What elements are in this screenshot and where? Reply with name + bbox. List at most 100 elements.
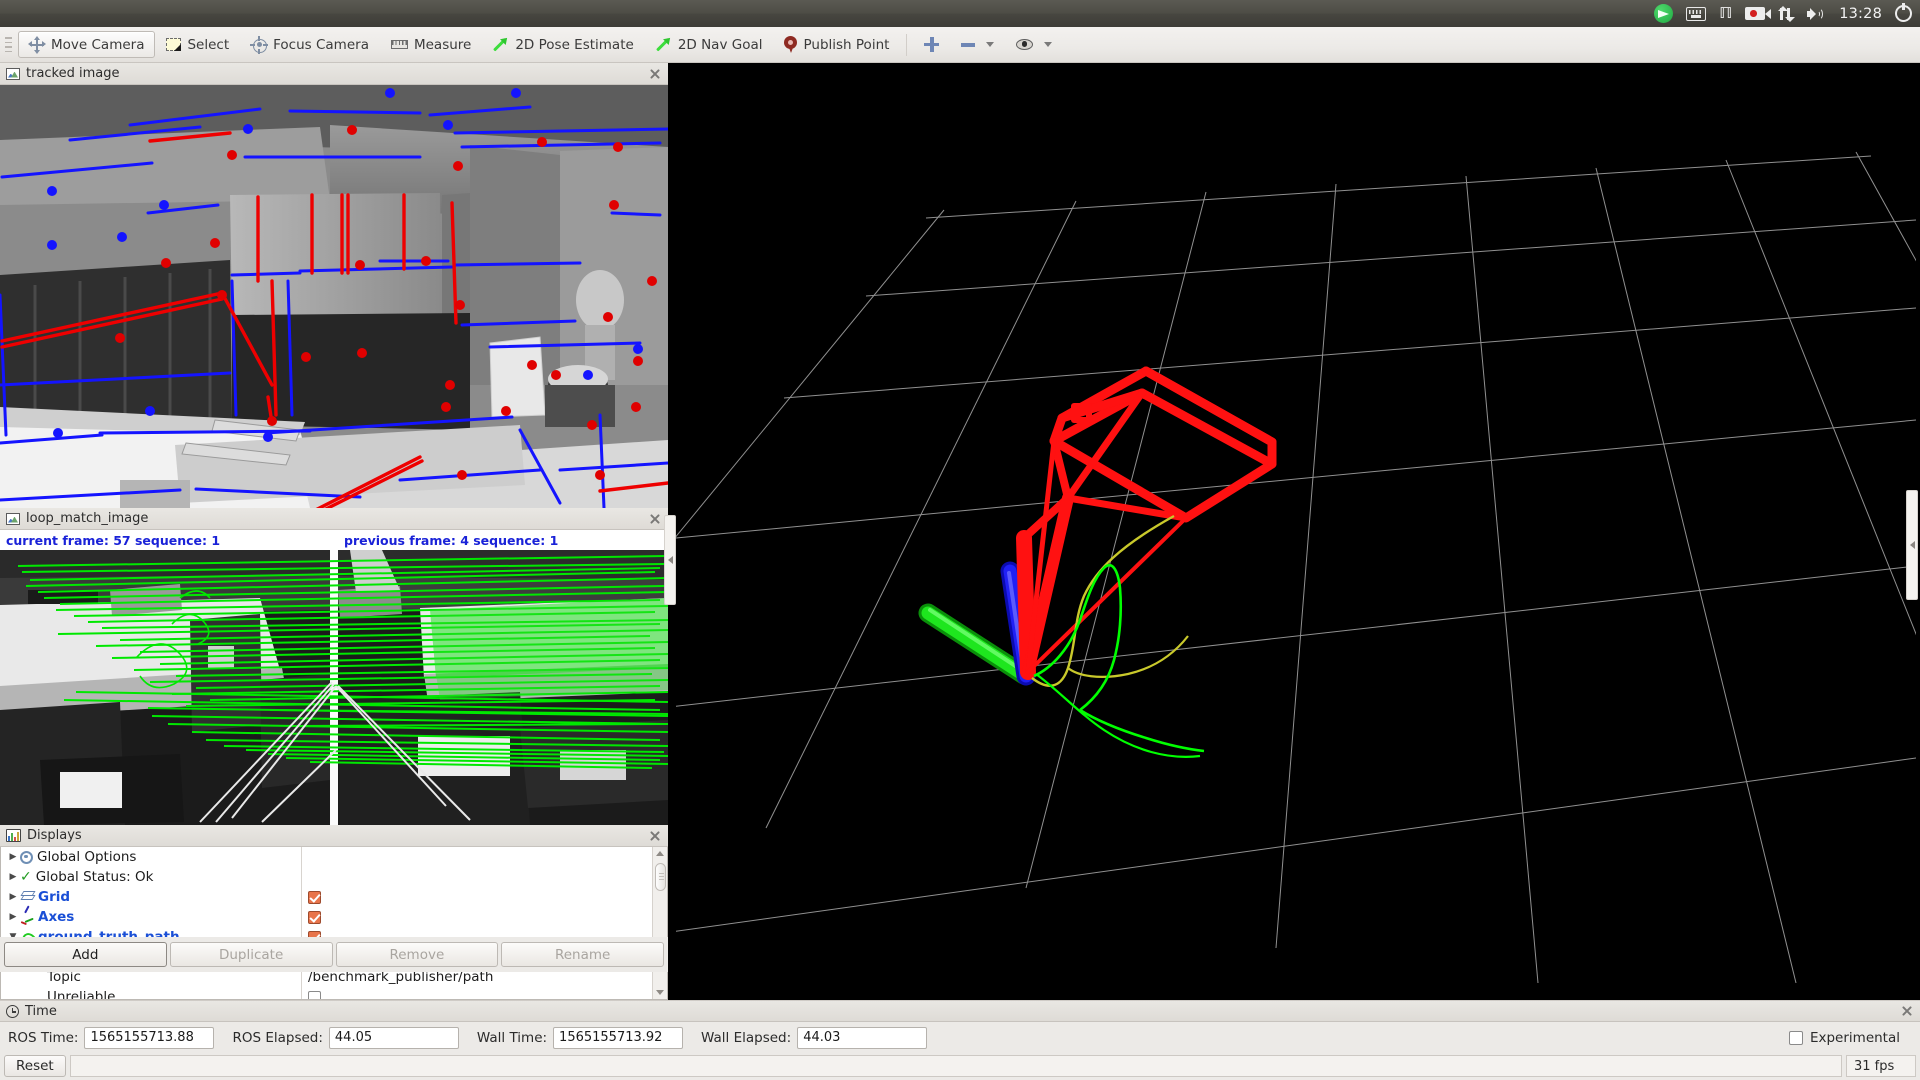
display-row-grid[interactable]: ▶ Grid (1, 887, 652, 907)
display-row-global-options[interactable]: ▶ Global Options (1, 847, 652, 867)
time-titlebar[interactable]: Time (0, 1001, 1920, 1022)
system-clock[interactable]: 13:28 (1839, 0, 1882, 27)
rename-button[interactable]: Rename (501, 942, 664, 967)
scrollbar-thumb[interactable] (654, 863, 666, 891)
wall-elapsed-input[interactable]: 44.03 (797, 1026, 928, 1049)
system-tray: ℿ 13:28 (1654, 0, 1912, 27)
add-button[interactable]: Add (4, 942, 167, 967)
current-frame-text: current frame: 57 sequence: 1 (6, 532, 221, 548)
clock-icon (6, 1004, 19, 1018)
duplicate-button[interactable]: Duplicate (169, 942, 333, 967)
measure-icon (390, 40, 408, 49)
experimental-label: Experimental (1809, 1029, 1900, 1046)
move-camera-icon (28, 35, 46, 54)
check-icon: ✓ (20, 869, 32, 885)
time-title: Time (25, 1003, 57, 1019)
tracked-image-render (0, 85, 668, 508)
expand-triangle-icon[interactable]: ▶ (6, 872, 20, 882)
session-gear-icon[interactable] (1895, 0, 1912, 27)
displays-panel-icon (6, 829, 21, 842)
displays-titlebar[interactable]: Displays (0, 825, 668, 847)
tool-move-camera[interactable]: Move Camera (18, 31, 156, 58)
expand-triangle-icon[interactable]: ▶ (6, 852, 20, 862)
display-label: Axes (38, 909, 75, 925)
displays-title: Displays (27, 828, 82, 843)
unreliable-checkbox[interactable] (308, 990, 321, 999)
minus-icon (961, 42, 976, 47)
select-icon (166, 38, 182, 51)
loop-match-title: loop_match_image (26, 511, 149, 526)
close-icon[interactable] (648, 67, 662, 81)
plus-icon (924, 37, 940, 52)
loop-match-canvas[interactable] (0, 550, 668, 825)
tool-select[interactable]: Select (155, 31, 240, 58)
tracked-image-canvas[interactable] (0, 85, 668, 508)
close-icon[interactable] (648, 829, 662, 843)
chevron-down-icon (986, 42, 995, 47)
right-dock-expand-handle[interactable] (1906, 490, 1918, 600)
displays-tree-body: ▶ Global Options ▶ ✓ Global Status: Ok ▶… (0, 847, 668, 1000)
network-icon[interactable] (1778, 0, 1796, 27)
displays-panel: Displays ▶ Global Options ▶ ✓ Global Sta… (0, 825, 668, 1000)
add-tool-button[interactable] (913, 31, 950, 58)
display-row-unreliable[interactable]: Unreliable (1, 987, 652, 999)
3d-scene (676, 68, 1916, 983)
scroll-down-arrow[interactable] (654, 986, 667, 999)
status-message-area (69, 1055, 1842, 1077)
tool-publish-point[interactable]: Publish Point (773, 31, 900, 58)
image-panel-icon (6, 512, 20, 525)
tool-label: Select (187, 36, 230, 53)
view-tool-button[interactable] (1005, 31, 1063, 58)
scroll-up-arrow[interactable] (654, 847, 667, 860)
cog-icon (20, 850, 33, 864)
grid-icon (20, 891, 36, 903)
volume-icon[interactable] (1807, 0, 1826, 27)
toolbar-separator (906, 33, 908, 56)
rviz-toolbar: Move Camera Select Focus Camera Measure … (0, 27, 1920, 63)
reset-button[interactable]: Reset (4, 1055, 66, 1077)
screen-recorder-icon[interactable] (1745, 0, 1772, 27)
time-fields-row: ROS Time: 1565155713.88 ROS Elapsed: 44.… (0, 1022, 1920, 1053)
tool-label: 2D Pose Estimate (515, 36, 634, 53)
tool-label: Move Camera (51, 36, 145, 53)
wall-elapsed-label: Wall Elapsed: (701, 1029, 792, 1046)
close-icon[interactable] (648, 512, 662, 526)
axes-enabled-checkbox[interactable] (308, 910, 321, 924)
keyboard-icon[interactable] (1686, 0, 1707, 27)
tracked-image-title: tracked image (26, 66, 120, 81)
display-row-global-status[interactable]: ▶ ✓ Global Status: Ok (1, 867, 652, 887)
displays-scrollbar[interactable] (652, 847, 667, 999)
loop-match-titlebar[interactable]: loop_match_image (0, 508, 668, 530)
rviz-window: ℿ 13:28 Move Camera Select Focus Camera … (0, 0, 1920, 1080)
loop-match-render (0, 550, 668, 825)
map-pin-icon (784, 36, 798, 53)
loop-match-image-panel: loop_match_image current frame: 57 seque… (0, 508, 668, 825)
eye-icon (1016, 39, 1034, 50)
tool-2d-nav-goal[interactable]: 2D Nav Goal (645, 31, 774, 58)
tracked-image-titlebar[interactable]: tracked image (0, 63, 668, 85)
close-icon[interactable] (1900, 1004, 1914, 1018)
wall-time-label: Wall Time: (476, 1029, 548, 1046)
display-label: Unreliable (47, 989, 116, 999)
previous-frame-text: previous frame: 4 sequence: 1 (344, 532, 559, 548)
display-row-axes[interactable]: ▶ Axes (1, 904, 652, 927)
ros-elapsed-input[interactable]: 44.05 (328, 1026, 459, 1049)
m-indicator-icon[interactable]: ℿ (1719, 0, 1732, 27)
expand-triangle-icon[interactable]: ▶ (6, 892, 20, 902)
image-panel-icon (6, 67, 20, 80)
grid-enabled-checkbox[interactable] (308, 890, 321, 904)
ros-time-input[interactable]: 1565155713.88 (84, 1026, 215, 1049)
remove-button[interactable]: Remove (335, 942, 499, 967)
displays-tree[interactable]: ▶ Global Options ▶ ✓ Global Status: Ok ▶… (1, 847, 652, 999)
expand-triangle-icon[interactable]: ▶ (6, 912, 20, 922)
toolbar-grip[interactable] (4, 32, 14, 58)
experimental-checkbox[interactable] (1788, 1030, 1803, 1045)
tool-focus-camera[interactable]: Focus Camera (240, 31, 380, 58)
3d-render-view[interactable] (676, 68, 1916, 983)
wall-time-input[interactable]: 1565155713.92 (553, 1026, 684, 1049)
tool-measure[interactable]: Measure (380, 31, 482, 58)
tool-2d-pose-estimate[interactable]: 2D Pose Estimate (482, 31, 644, 58)
remove-tool-button[interactable] (950, 31, 1005, 58)
telegram-icon[interactable] (1654, 0, 1674, 27)
left-dock-collapse-handle[interactable] (664, 515, 676, 605)
